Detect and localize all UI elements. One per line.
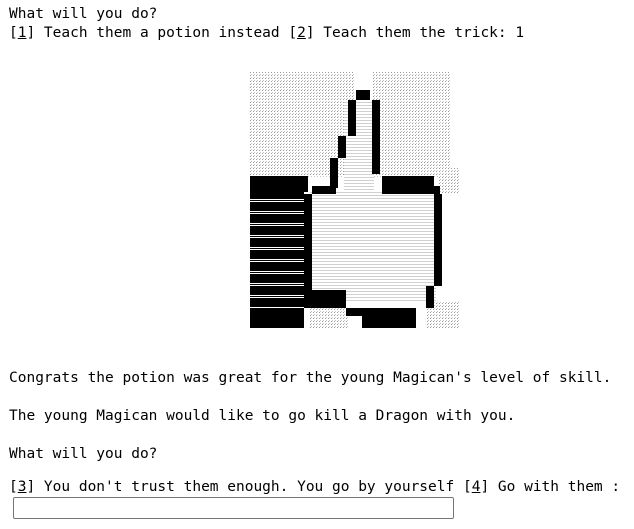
thumb-tip [356,90,370,100]
cuff-top [250,176,308,192]
hand-bottom-left [312,290,346,308]
hand-outline-right [426,286,434,308]
option-1-text: Teach them a potion instead [35,25,289,41]
cuff-bottom [250,308,304,328]
option-4-text: Go with them : [489,479,621,495]
sleeve [250,192,304,308]
hand-outline-right [434,194,442,286]
hand-bottom [346,308,362,316]
question-text: What will you do? [9,446,158,462]
thumb-outline-left [348,100,356,136]
dragon-text: The young Magican would like to go kill … [9,408,516,424]
option-3-text: You don't trust them enough. You go by y… [35,479,463,495]
stipple-block [250,72,355,177]
thumb-outline-left [330,158,338,188]
options-line: [3] You don't trust them enough. You go … [9,479,621,495]
stipple-block [438,168,460,194]
hand-outline-left [304,194,312,308]
knuckle-corner [432,186,440,194]
options-line-top: [1] Teach them a potion instead [2] Teac… [9,25,525,41]
hand-bottom-right [362,308,416,328]
palm-fill [310,192,436,302]
thumb-base [312,186,336,194]
thumb-outline-right [372,100,380,174]
congrats-text: Congrats the potion was great for the yo… [9,370,612,386]
option-2-key[interactable]: 2 [297,25,306,41]
answer-input[interactable] [13,497,454,519]
thumb-outline-left [338,136,346,158]
question-text-top: What will you do? [9,6,158,22]
knuckle-bar [382,176,434,194]
stipple-block [372,72,450,177]
stipple-block [310,308,348,328]
option-2-text: Teach them the trick: 1 [314,25,525,41]
thumbs-up-icon [250,72,460,328]
